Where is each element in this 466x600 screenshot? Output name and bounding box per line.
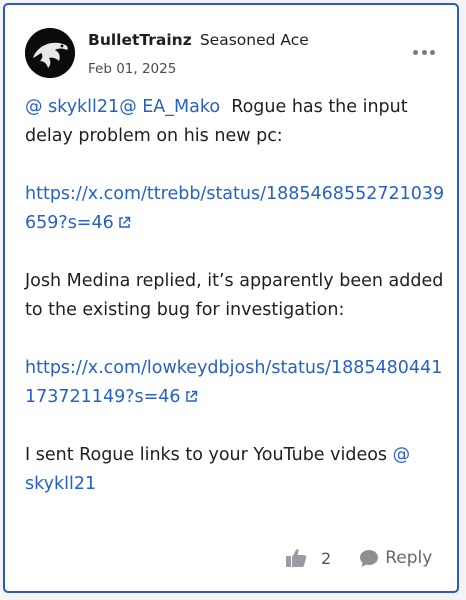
author-line: BulletTrainz Seasoned Ace — [88, 30, 309, 49]
paragraph-2: Josh Medina replied, it’s apparently bee… — [25, 271, 444, 320]
more-options-icon[interactable] — [413, 48, 435, 56]
post-body: @ skykll21@ EA_Mako Rogue has the input … — [25, 93, 445, 499]
mention-skykll21[interactable]: @ skykll21 — [25, 97, 119, 117]
reply-button[interactable]: Reply — [359, 548, 432, 568]
post-actions: 2 Reply — [285, 548, 432, 568]
thumbs-up-icon — [286, 549, 307, 567]
link-lowkeydbjosh-status[interactable]: https://x.com/lowkeydbjosh/status/188548… — [25, 358, 442, 407]
paragraph-link-2: https://x.com/lowkeydbjosh/status/188548… — [25, 354, 445, 412]
paragraph-3-text: I sent Rogue links to your YouTube video… — [25, 445, 388, 465]
author-rank: Seasoned Ace — [199, 31, 309, 49]
like-count: 2 — [321, 548, 332, 568]
post-date: Feb 01, 2025 — [88, 61, 177, 77]
link-ttrebb-status[interactable]: https://x.com/ttrebb/status/188546855272… — [25, 184, 444, 233]
paragraph-1: @ skykll21@ EA_Mako Rogue has the input … — [25, 93, 445, 151]
speech-bubble-icon — [360, 549, 379, 567]
reply-label: Reply — [385, 548, 433, 568]
external-link-icon — [119, 216, 130, 228]
author-name[interactable]: BulletTrainz — [88, 31, 192, 49]
mention-ea-mako[interactable]: @ EA_Mako — [119, 97, 220, 117]
post-card: BulletTrainz Seasoned Ace Feb 01, 2025 @… — [3, 3, 459, 593]
external-link-icon — [185, 390, 197, 402]
paragraph-link-1: https://x.com/ttrebb/status/188546855272… — [25, 180, 445, 238]
like-button[interactable]: 2 — [285, 548, 331, 568]
avatar[interactable] — [25, 28, 75, 78]
paragraph-3: I sent Rogue links to your YouTube video… — [25, 441, 445, 499]
